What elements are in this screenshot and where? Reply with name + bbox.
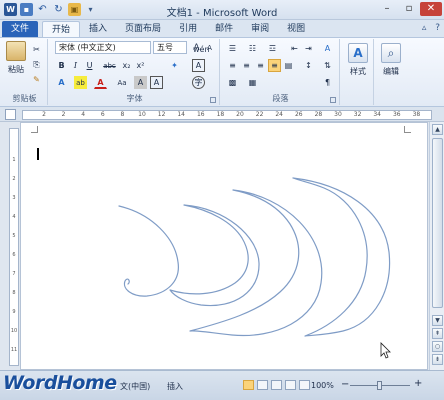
zoom-out-button[interactable]: − [341,379,349,390]
next-page-button[interactable]: ⇟ [432,354,443,365]
draft-view-button[interactable] [299,380,310,390]
freehand-drawing[interactable] [0,0,444,400]
scroll-down-button[interactable]: ▼ [432,315,443,326]
print-layout-view-button[interactable] [243,380,254,390]
zoom-slider-knob[interactable] [377,381,382,390]
vertical-scrollbar[interactable]: ▲ ▼ ⇞ ○ ⇟ [429,122,444,370]
wordhome-watermark: WordHome [3,372,117,394]
ink-stroke [169,204,260,307]
full-screen-reading-view-button[interactable] [257,380,268,390]
ink-stroke [189,189,323,337]
select-browse-object-button[interactable]: ○ [432,341,443,352]
web-layout-view-button[interactable] [271,380,282,390]
scroll-thumb[interactable] [432,138,443,308]
language-indicator[interactable]: 文(中国) [120,381,150,392]
ink-stroke [118,205,179,297]
outline-view-button[interactable] [285,380,296,390]
mouse-pointer-icon [380,342,391,359]
prev-page-button[interactable]: ⇞ [432,328,443,339]
scroll-up-button[interactable]: ▲ [432,124,443,135]
zoom-level[interactable]: 100% [311,381,334,390]
zoom-in-button[interactable]: + [414,378,422,389]
insert-mode-indicator[interactable]: 插入 [167,381,183,392]
